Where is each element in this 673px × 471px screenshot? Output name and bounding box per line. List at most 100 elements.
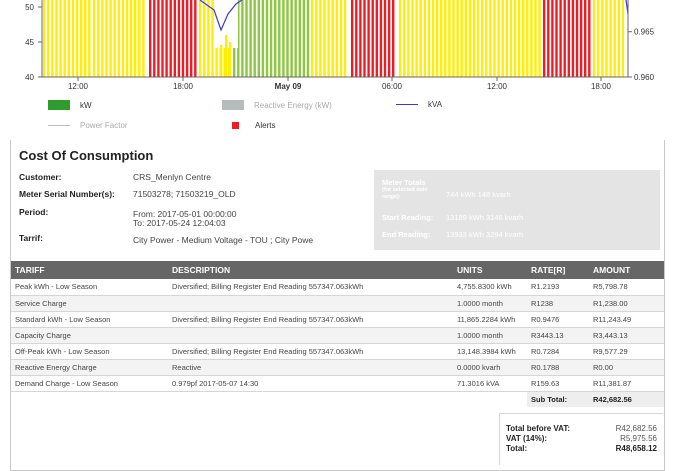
cell-description: Diversified; Billing Register End Readin… [168,343,453,360]
consumption-chart: 40 45 50 0.960 0.965 12:00 18:00 May 09 06:00 12:… [0,0,673,140]
cell-tariff: Demand Charge - Low Season [11,375,168,392]
chart-bar [522,0,525,77]
col-header-units[interactable]: UNITS [453,261,527,279]
legend-reactive[interactable]: Reactive Energy (kW) [222,100,332,110]
legend-alerts[interactable]: Alerts [232,121,275,130]
meter-totals-label: Meter Totals [382,178,426,187]
col-header-rate[interactable]: RATE[R] [527,261,589,279]
table-row: Off-Peak kWh - Low Season Diversified; B… [11,343,664,360]
chart-bar [359,0,362,77]
chart-bar [605,0,608,77]
end-reading-value: 13933 kWh 3294 kvarh [446,230,524,239]
chart-bar [134,0,137,77]
total-value: R48,658.12 [615,444,657,453]
vat-label: VAT (14%): [506,434,548,443]
cell-tariff: Service Charge [11,295,168,312]
legend-kva-label: kVA [428,100,443,109]
legend-reactive-swatch [222,100,244,110]
chart-bar [63,0,66,77]
cell-amount: R11,381.87 [589,375,664,392]
chart-bar [67,0,70,77]
cell-description: Reactive [168,359,453,376]
chart-bar [278,0,281,77]
chart-bar [517,0,521,77]
chart-bar [59,0,62,77]
chart-bar [79,0,83,77]
cell-amount: R11,243.49 [589,311,664,328]
chart-bar [419,0,422,77]
chart-bar [593,0,596,77]
chart-bar [315,0,318,77]
chart-bar [551,0,554,77]
chart-bar [169,0,172,77]
cell-rate: R1.2193 [527,279,589,296]
chart-bar [497,0,500,77]
chart-svg: 40 45 50 0.960 0.965 12:00 18:00 May 09 06:00 12:… [25,0,655,91]
chart-bar [493,0,496,77]
chart-bar [241,0,244,77]
chart-bar [75,0,79,77]
legend-pf-swatch [48,124,70,127]
chart-bar [173,0,176,77]
col-header-description[interactable]: DESCRIPTION [168,261,453,279]
x-tick-label: May 09 [275,82,302,91]
col-header-tariff[interactable]: TARIFF [11,261,168,279]
start-reading-label: Start Reading: [382,213,434,222]
chart-bar [509,0,513,77]
chart-bar [415,0,418,77]
legend-power-factor[interactable]: Power Factor [48,121,128,130]
chart-bar [71,0,75,77]
legend-pf-label: Power Factor [80,121,128,130]
chart-bar [302,0,306,77]
col-header-amount[interactable]: AMOUNT [589,261,664,279]
legend-kva-swatch [396,103,418,106]
legend-reactive-label: Reactive Energy (kW) [254,100,332,110]
table-row: Standard kWh - Low Season Diversified; B… [11,311,664,328]
meter-totals-value: 744 kWh 148 kvarh [446,190,511,199]
chart-bar [423,0,426,77]
chart-bar [363,0,366,77]
chart-bar [265,0,269,77]
chart-bar [543,0,546,77]
chart-bar [555,0,558,77]
chart-bar [261,0,265,77]
legend-kw[interactable]: kW [48,100,92,110]
chart-bar [290,0,293,77]
chart-bar [526,0,529,77]
meter-serial-value: 71503278; 71503219_OLD [133,189,236,199]
table-row: Demand Charge - Low Season 0.979pf 2017-… [11,375,664,392]
chart-bar [584,0,587,77]
chart-bar [47,0,50,77]
chart-bar [286,0,289,77]
chart-bar [109,0,112,77]
chart-bar [207,0,210,77]
start-reading-value: 13189 kWh 3146 kvarh [446,213,524,222]
chart-bar [43,0,46,77]
cell-empty [168,391,453,407]
y-right-tick-label: 0.965 [634,28,655,37]
chart-bar [567,0,570,77]
legend-kw-label: kW [80,100,92,110]
chart-bar [117,0,120,77]
chart-bar [177,0,181,77]
chart-bar [588,0,591,77]
chart-bar [194,0,197,77]
legend-kva[interactable]: kVA [396,100,442,109]
cell-rate: R0.7284 [527,343,589,360]
cell-tariff: Peak kWh - Low Season [11,279,168,296]
chart-bar [505,0,508,77]
chart-bar [448,0,451,77]
cell-description [168,327,453,344]
cell-amount: R0.00 [589,359,664,376]
chart-bar [460,0,463,77]
chart-bar [575,0,579,77]
chart-bar [93,0,96,77]
y-left-tick-label: 45 [25,38,34,47]
chart-bar [472,0,476,77]
x-tick-label: 06:00 [382,82,403,91]
cell-description: Diversified; Billing Register End Readin… [168,311,453,328]
chart-bar [601,0,604,77]
subtotal-label: Sub Total: [527,391,589,407]
customer-value: CRS_Menlyn Centre [133,172,211,182]
total-label: Total: [506,444,528,453]
